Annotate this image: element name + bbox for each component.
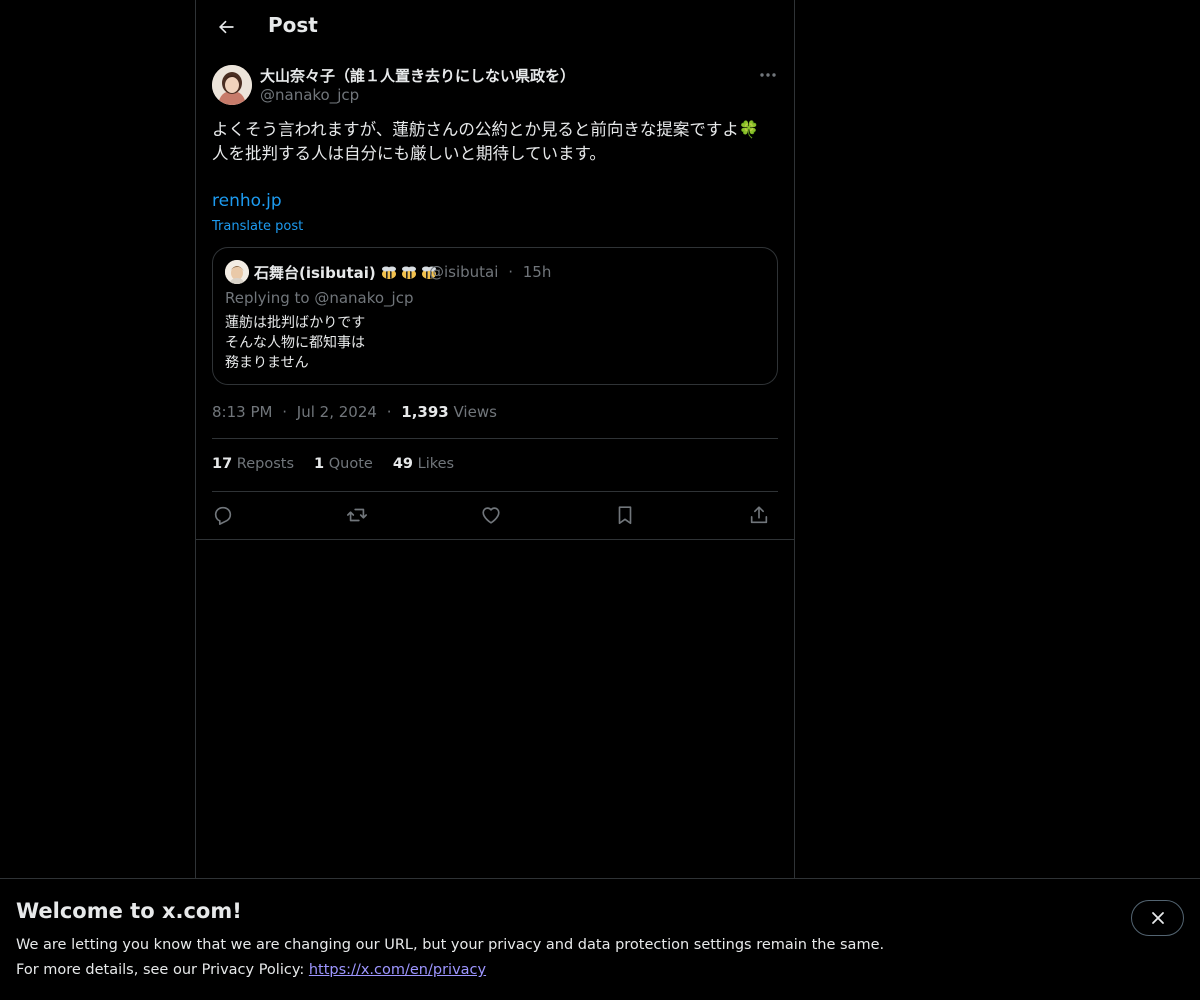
bookmark-icon: [618, 506, 632, 525]
quoted-author-avatar: [225, 260, 249, 284]
post-link[interactable]: renho.jp: [212, 191, 282, 211]
views-count: 1,393: [401, 403, 449, 421]
close-icon: [1151, 912, 1164, 924]
more-button[interactable]: [756, 64, 780, 86]
separator: ·: [508, 263, 513, 281]
post-text-line: よくそう言われますが、蓮舫さんの公約とか見ると前向きな提案ですよ🍀: [212, 120, 760, 139]
quoted-text-line: そんな人物に都知事は: [225, 335, 365, 351]
post-date[interactable]: Jul 2, 2024: [297, 403, 377, 421]
separator: ·: [282, 403, 288, 421]
quoted-text: 蓮舫は批判ばかりです そんな人物に都知事は 務まりません: [225, 313, 365, 373]
post-text: よくそう言われますが、蓮舫さんの公約とか見ると前向きな提案ですよ🍀 人を批判する…: [212, 118, 782, 166]
share-icon: [750, 506, 768, 524]
likes-label: Likes: [417, 456, 455, 472]
like-button[interactable]: [478, 502, 504, 528]
quotes-stat[interactable]: 1 Quote: [314, 456, 373, 472]
action-bar: [212, 500, 780, 530]
post-text-line: 人を批判する人は自分にも厳しいと期待しています。: [212, 144, 606, 163]
main-column: Post 大山奈々子（誰１人置き去りにしない県政を） @nanako_jcp よ…: [195, 0, 795, 1000]
quotes-count: 1: [314, 456, 325, 472]
divider: [196, 539, 794, 540]
page-header: Post: [196, 0, 794, 54]
banner-policy-line: For more details, see our Privacy Policy…: [16, 962, 486, 978]
quoted-author-handle: @isibutai: [429, 263, 499, 281]
separator: ·: [386, 403, 392, 421]
reposts-stat[interactable]: 17 Reposts: [212, 456, 294, 472]
back-arrow-icon: [219, 20, 234, 34]
quotes-label: Quote: [328, 456, 373, 472]
quoted-author-name-text: 石舞台(isibutai): [254, 264, 376, 282]
replying-to: Replying to @nanako_jcp: [225, 289, 414, 307]
repost-button[interactable]: [344, 502, 370, 528]
quoted-text-line: 蓮舫は批判ばかりです: [225, 315, 366, 331]
post-timestamp: 8:13 PM · Jul 2, 2024 · 1,393 Views: [212, 403, 497, 421]
repost-icon: [347, 508, 367, 522]
likes-count: 49: [392, 456, 413, 472]
divider: [212, 491, 778, 492]
translate-post-link[interactable]: Translate post: [212, 219, 303, 234]
more-icon: [760, 73, 776, 77]
quoted-post[interactable]: 石舞台(isibutai) @isibutai · 15h Replying t…: [212, 247, 778, 385]
likes-stat[interactable]: 49 Likes: [393, 456, 454, 472]
engagement-stats: 17 Reposts 1 Quote 49 Likes: [212, 456, 454, 472]
privacy-policy-link[interactable]: https://x.com/en/privacy: [309, 962, 486, 978]
banner-policy-prefix: For more details, see our Privacy Policy…: [16, 962, 309, 978]
quoted-author-name: 石舞台(isibutai): [254, 262, 438, 283]
author-handle[interactable]: @nanako_jcp: [260, 86, 359, 104]
banner-title: Welcome to x.com!: [16, 899, 242, 923]
reply-icon: [214, 506, 232, 525]
views-label: Views: [453, 403, 497, 421]
quoted-text-line: 務まりません: [225, 355, 309, 371]
author-name[interactable]: 大山奈々子（誰１人置き去りにしない県政を）: [260, 65, 575, 86]
bookmark-button[interactable]: [612, 502, 638, 528]
reposts-count: 17: [212, 456, 233, 472]
url-change-banner: Welcome to x.com! We are letting you kno…: [0, 878, 1200, 1000]
divider: [212, 438, 778, 439]
quoted-time: 15h: [522, 263, 552, 281]
reposts-label: Reposts: [236, 456, 295, 472]
quoted-meta: @isibutai · 15h: [429, 263, 551, 281]
page-title: Post: [268, 13, 318, 37]
reply-button[interactable]: [210, 502, 236, 528]
author-avatar[interactable]: [212, 65, 252, 105]
banner-message: We are letting you know that we are chan…: [16, 937, 885, 953]
share-button[interactable]: [746, 502, 772, 528]
post-time[interactable]: 8:13 PM: [212, 403, 272, 421]
like-icon: [482, 507, 500, 524]
close-banner-button[interactable]: [1131, 900, 1184, 936]
back-button[interactable]: [210, 11, 242, 43]
